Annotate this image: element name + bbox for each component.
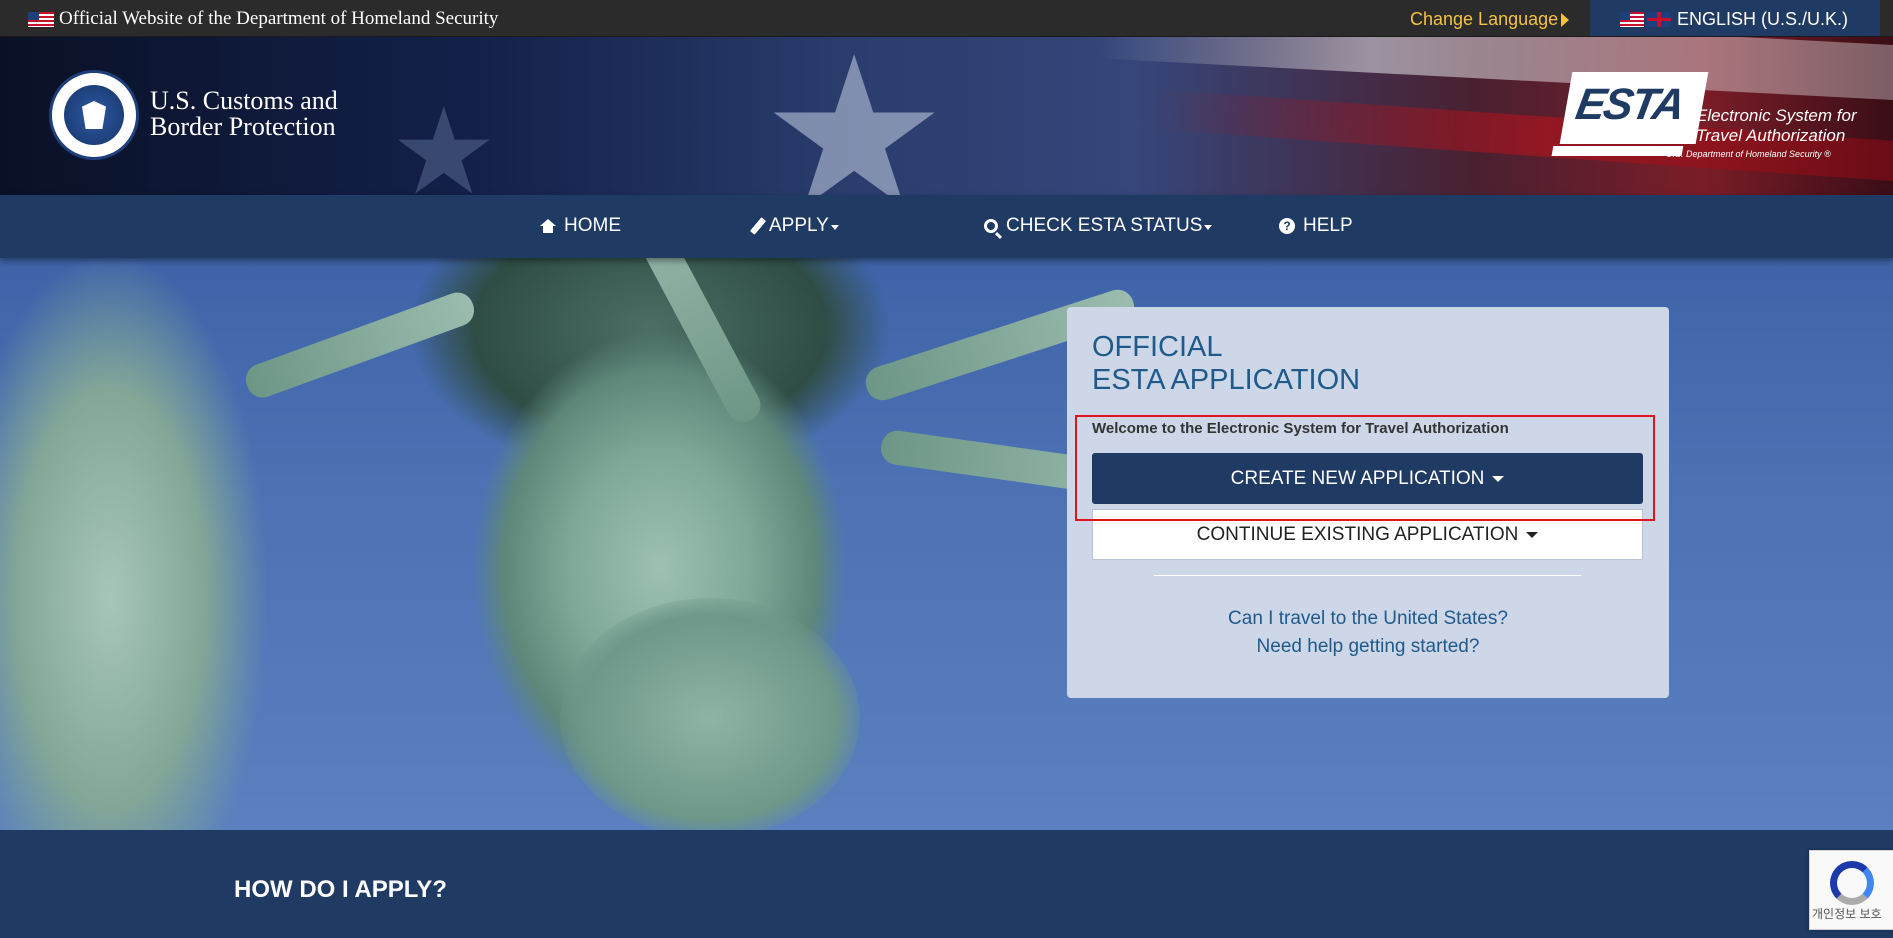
us-flag-icon	[28, 12, 54, 27]
pencil-icon	[749, 217, 767, 235]
need-help-link[interactable]: Need help getting started?	[1067, 636, 1669, 658]
recaptcha-privacy-link[interactable]: 개인정보 보호	[1812, 905, 1882, 922]
search-icon	[984, 219, 998, 233]
caret-down-icon	[1204, 225, 1213, 230]
nav-home[interactable]: HOME	[540, 215, 621, 237]
create-new-application-button[interactable]: CREATE NEW APPLICATION	[1092, 453, 1643, 504]
us-uk-flags-icon	[1620, 12, 1672, 27]
official-website-text: Official Website of the Department of Ho…	[59, 8, 499, 29]
card-title: OFFICIAL	[1092, 331, 1223, 363]
language-label[interactable]: ENGLISH (U.S./U.K.)	[1677, 9, 1848, 30]
section-title: HOW DO I APPLY?	[234, 876, 447, 903]
star-decoration-icon: ★	[390, 85, 498, 195]
change-language-link[interactable]: Change Language	[1410, 9, 1558, 30]
main-nav: HOME APPLY CHECK ESTA STATUS ? HELP	[0, 195, 1893, 258]
esta-application-card: OFFICIAL ESTA APPLICATION Welcome to the…	[1067, 307, 1669, 698]
continue-existing-application-button[interactable]: CONTINUE EXISTING APPLICATION	[1092, 509, 1643, 560]
gov-banner: Official Website of the Department of Ho…	[0, 0, 1893, 37]
nav-help[interactable]: ? HELP	[1279, 215, 1353, 237]
esta-sub-text: U.S. Department of Homeland Security ®	[1666, 149, 1831, 159]
card-title: ESTA APPLICATION	[1092, 364, 1361, 396]
star-decoration-icon: ★	[760, 37, 949, 195]
recaptcha-badge[interactable]: 개인정보 보호	[1809, 850, 1893, 930]
can-i-travel-link[interactable]: Can I travel to the United States?	[1067, 608, 1669, 630]
how-to-apply-section: HOW DO I APPLY?	[0, 830, 1893, 938]
cbp-logo-text[interactable]: U.S. Customs and Border Protection	[150, 88, 338, 140]
divider	[1154, 575, 1581, 576]
welcome-text: Welcome to the Electronic System for Tra…	[1092, 420, 1509, 437]
esta-tagline: Electronic System for Travel Authorizati…	[1696, 106, 1857, 145]
nav-check-esta-status[interactable]: CHECK ESTA STATUS	[984, 215, 1213, 237]
nav-apply[interactable]: APPLY	[749, 215, 839, 237]
caret-down-icon	[830, 225, 839, 230]
home-icon	[540, 219, 556, 233]
dhs-seal-logo[interactable]	[49, 70, 139, 160]
caret-down-icon	[1492, 475, 1505, 482]
caret-down-icon	[1526, 531, 1539, 538]
question-circle-icon: ?	[1279, 218, 1295, 234]
esta-logo[interactable]: ESTA	[1559, 72, 1709, 144]
caret-right-icon	[1561, 13, 1569, 27]
recaptcha-icon	[1830, 861, 1874, 905]
